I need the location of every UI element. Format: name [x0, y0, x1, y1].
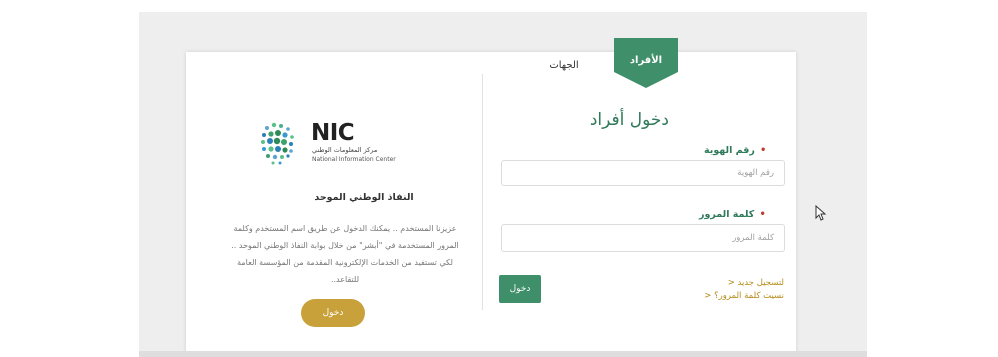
portal-title: النفاذ الوطني الموحد — [314, 192, 414, 203]
tab-individuals-label: الأفراد — [629, 55, 663, 66]
mouse-cursor-icon — [815, 205, 827, 221]
card-divider — [482, 74, 483, 310]
tab-entities[interactable]: الجهات — [539, 60, 589, 71]
browser-viewport: الأفراد الجهات دخول أفراد • رقم الهوية •… — [139, 12, 867, 357]
national-access-login-button[interactable]: دخول — [301, 299, 365, 327]
password-label: • كلمة المرور — [699, 209, 766, 220]
login-card — [186, 52, 796, 355]
forgot-password-link[interactable]: > نسيت كلمة المرور؟ — [659, 291, 784, 301]
tab-individuals[interactable]: الأفراد — [614, 38, 678, 88]
password-field[interactable] — [501, 224, 785, 252]
taskbar-strip — [139, 351, 867, 357]
login-button[interactable]: دخول — [499, 275, 541, 303]
login-title: دخول أفراد — [589, 110, 669, 130]
register-link[interactable]: > لتسجيل جديد — [674, 278, 784, 288]
nic-logo-text: NIC — [311, 120, 355, 146]
id-number-field[interactable] — [501, 160, 785, 186]
id-number-label: • رقم الهوية — [704, 145, 767, 156]
portal-description: عزيزنا المستخدم .. يمكنك الدخول عن طريق … — [231, 224, 459, 284]
nic-name-arabic: مركز المعلومات الوطني — [312, 146, 378, 154]
nic-name-english: National Information Center — [312, 156, 396, 163]
